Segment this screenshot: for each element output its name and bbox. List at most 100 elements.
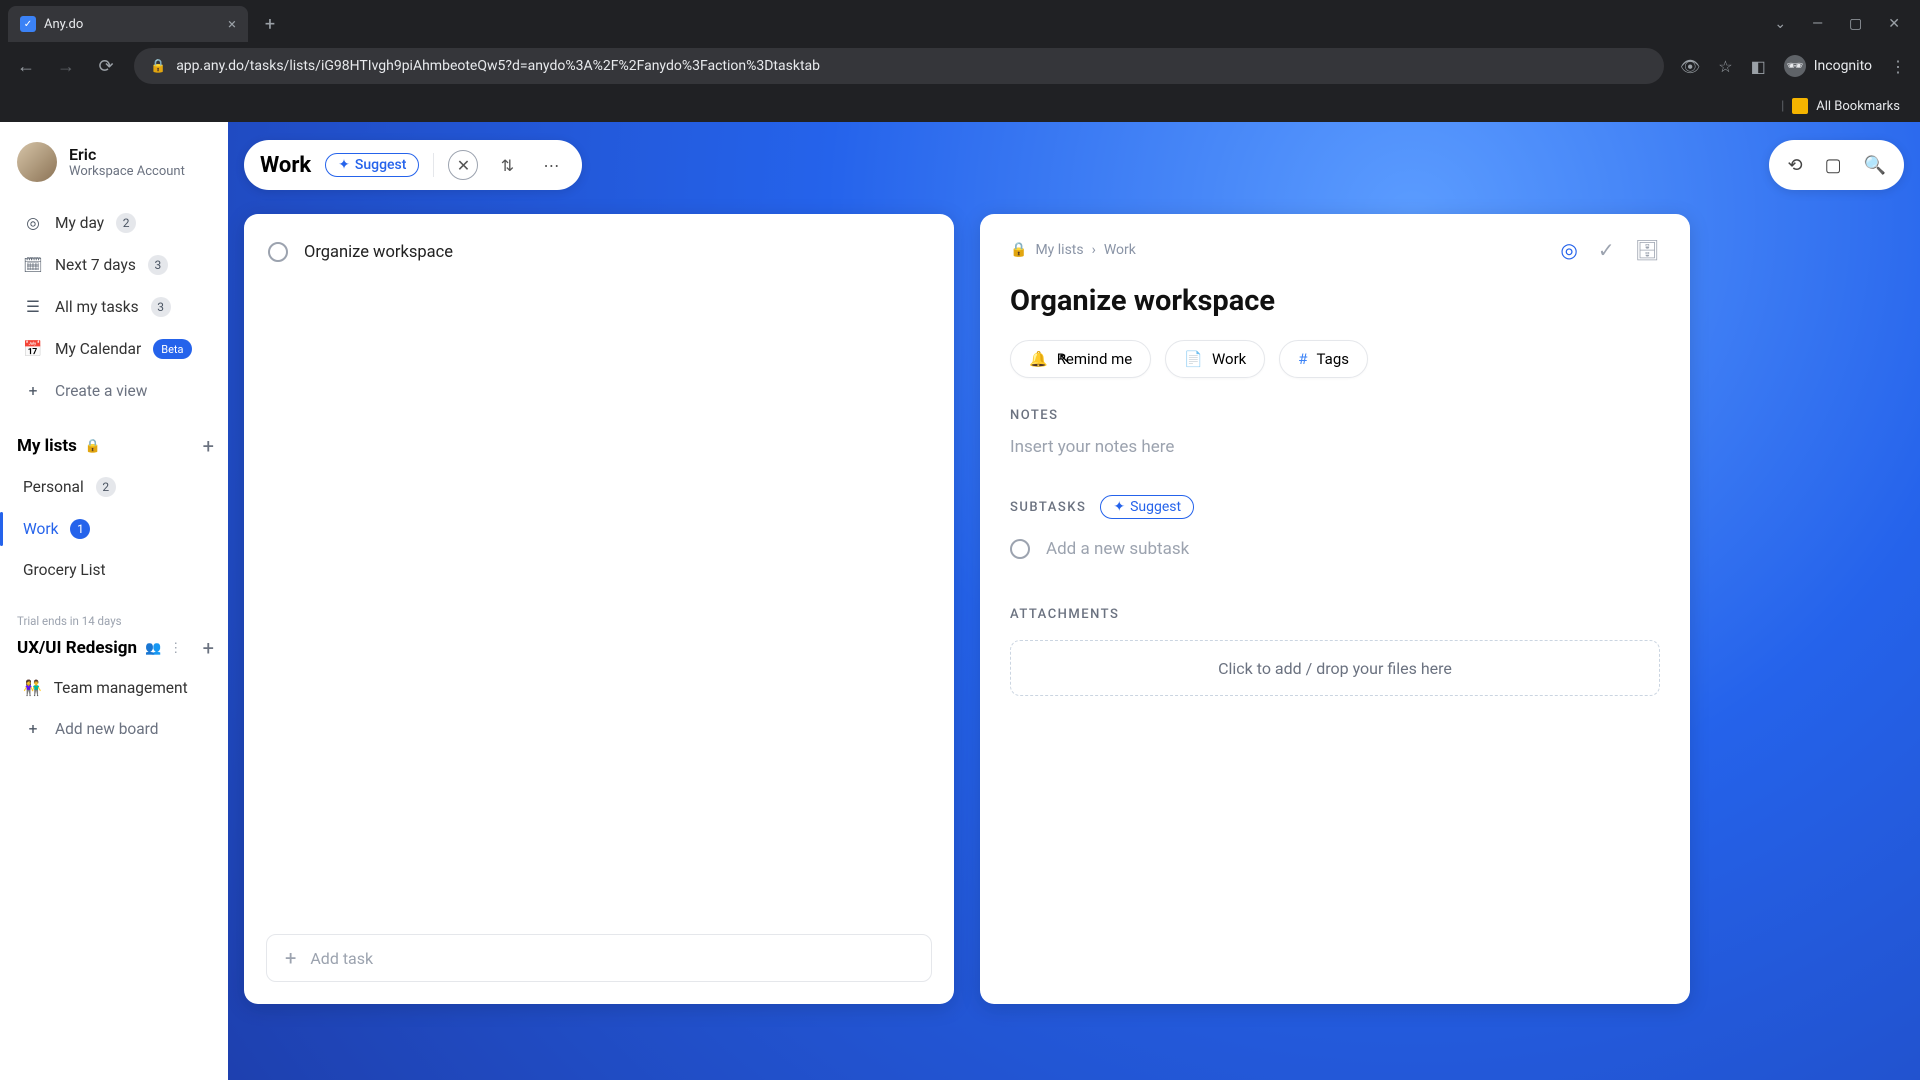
bookmarks-folder-icon	[1792, 98, 1808, 114]
archive-icon[interactable]: 🗄	[1635, 238, 1660, 262]
url-bar[interactable]: 🔒 app.any.do/tasks/lists/iG98HTIvgh9piAh…	[134, 48, 1664, 84]
focus-icon[interactable]: ◎	[1560, 238, 1577, 262]
breadcrumb-root[interactable]: My lists	[1035, 242, 1083, 258]
favicon-icon: ✓	[20, 16, 36, 32]
incognito-icon: 🕶	[1784, 55, 1806, 77]
nav-create-view[interactable]: + Create a view	[17, 372, 214, 410]
remind-me-chip[interactable]: 🔔 Remind me	[1010, 340, 1151, 378]
menu-icon[interactable]: ⋮	[1890, 57, 1906, 76]
task-row[interactable]: Organize workspace	[266, 238, 932, 266]
plus-icon: +	[23, 381, 43, 401]
sidebar: Eric Workspace Account ◎ My day 2 🗓 Next…	[0, 122, 228, 1080]
new-tab-button[interactable]: +	[256, 10, 284, 38]
people-icon[interactable]: 👥	[145, 641, 161, 656]
list-header: Work ✦ Suggest ✕ ⇅ ⋯	[244, 140, 582, 190]
beta-badge: Beta	[153, 339, 191, 359]
task-list-panel: Organize workspace + Add task	[244, 214, 954, 1004]
document-icon: 📄	[1184, 350, 1203, 368]
attachments-dropzone[interactable]: Click to add / drop your files here	[1010, 640, 1660, 696]
nav-all-tasks[interactable]: ☰ All my tasks 3	[17, 288, 214, 326]
lock-icon: 🔒	[150, 59, 166, 74]
trial-notice: Trial ends in 14 days	[17, 614, 214, 628]
eye-off-icon[interactable]: 👁	[1680, 57, 1700, 76]
more-icon[interactable]: ⋮	[169, 641, 182, 656]
target-icon: ◎	[23, 213, 43, 233]
star-icon[interactable]: ☆	[1718, 57, 1732, 76]
nav-my-day[interactable]: ◎ My day 2	[17, 204, 214, 242]
top-right-toolbar: ⟲ ▢ 🔍	[1769, 140, 1904, 190]
main-area: Work ✦ Suggest ✕ ⇅ ⋯ ⟲ ▢ 🔍 Organize work…	[228, 122, 1920, 1080]
checkbox-icon[interactable]	[268, 242, 288, 262]
sparkle-icon: ✦	[338, 157, 350, 173]
reload-icon[interactable]: ⟳	[94, 56, 118, 77]
lock-icon: 🔒	[85, 439, 101, 454]
task-title: Organize workspace	[304, 243, 453, 262]
breadcrumb-leaf[interactable]: Work	[1104, 242, 1136, 258]
sync-icon[interactable]: ⟲	[1787, 155, 1802, 176]
task-detail-panel: 🔒 My lists › Work ◎ ✓ 🗄 Organize workspa…	[980, 214, 1690, 1004]
all-bookmarks-button[interactable]: All Bookmarks	[1816, 99, 1900, 114]
subtasks-label: SUBTASKS	[1010, 500, 1086, 515]
add-task-input[interactable]: + Add task	[266, 934, 932, 982]
nav-my-calendar[interactable]: 📅 My Calendar Beta	[17, 330, 214, 368]
more-icon[interactable]: ⋯	[536, 150, 566, 180]
list-chip[interactable]: 📄 Work	[1165, 340, 1265, 378]
tab-title: Any.do	[44, 17, 83, 32]
complete-icon[interactable]: ✓	[1598, 238, 1615, 262]
incognito-indicator: 🕶 Incognito	[1784, 55, 1872, 77]
hash-icon: #	[1298, 350, 1307, 368]
team-icon: 👫	[23, 679, 42, 697]
profile-name: Eric	[69, 145, 185, 164]
close-tab-icon[interactable]: ×	[228, 15, 236, 33]
add-list-button[interactable]: +	[203, 434, 214, 458]
profile[interactable]: Eric Workspace Account	[17, 142, 214, 182]
add-new-board[interactable]: + Add new board	[17, 710, 214, 748]
calendar-next-icon: 🗓	[23, 255, 43, 275]
browser-tab[interactable]: ✓ Any.do ×	[8, 6, 248, 42]
count-badge: 3	[148, 255, 168, 275]
bell-icon: 🔔	[1029, 350, 1048, 368]
board-team-management[interactable]: 👫 Team management	[17, 670, 214, 706]
list-work[interactable]: Work 1	[17, 510, 214, 548]
calendar-icon: 📅	[23, 339, 43, 359]
notes-label: NOTES	[1010, 408, 1660, 423]
detail-title[interactable]: Organize workspace	[1010, 284, 1660, 318]
subtasks-suggest-button[interactable]: ✦ Suggest	[1100, 495, 1194, 519]
workspace-name: UX/UI Redesign	[17, 638, 137, 658]
count-badge: 3	[151, 297, 171, 317]
count-badge: 2	[116, 213, 136, 233]
checkbox-icon	[1010, 539, 1030, 559]
notes-input[interactable]: Insert your notes here	[1010, 437, 1660, 457]
add-workspace-item-button[interactable]: +	[203, 636, 214, 660]
forward-icon: →	[54, 56, 78, 77]
chevron-down-icon[interactable]: ⌄	[1774, 16, 1786, 32]
close-window-icon[interactable]: ✕	[1888, 16, 1900, 32]
plus-icon: +	[285, 946, 296, 970]
url-text: app.any.do/tasks/lists/iG98HTIvgh9piAhmb…	[176, 58, 820, 74]
suggest-button[interactable]: ✦ Suggest	[325, 153, 419, 177]
panel-icon[interactable]: ◧	[1751, 57, 1766, 76]
list-grocery[interactable]: Grocery List	[17, 552, 214, 588]
nav-next-7-days[interactable]: 🗓 Next 7 days 3	[17, 246, 214, 284]
filter-close-icon[interactable]: ✕	[448, 150, 478, 180]
maximize-icon[interactable]: ▢	[1849, 16, 1862, 32]
minimize-icon[interactable]: ―	[1812, 16, 1823, 32]
my-lists-header: My lists	[17, 436, 77, 456]
sort-icon[interactable]: ⇅	[492, 150, 522, 180]
add-subtask-input[interactable]: Add a new subtask	[1010, 539, 1660, 559]
sparkle-icon: ✦	[1113, 499, 1125, 515]
list-icon: ☰	[23, 297, 43, 317]
layout-icon[interactable]: ▢	[1825, 155, 1842, 176]
avatar	[17, 142, 57, 182]
count-badge: 1	[70, 519, 90, 539]
tags-chip[interactable]: # Tags	[1279, 340, 1368, 378]
plus-icon: +	[23, 719, 43, 739]
count-badge: 2	[96, 477, 116, 497]
search-icon[interactable]: 🔍	[1864, 155, 1886, 176]
profile-subtitle: Workspace Account	[69, 164, 185, 179]
back-icon[interactable]: ←	[14, 56, 38, 77]
attachments-label: ATTACHMENTS	[1010, 607, 1660, 622]
lock-icon: 🔒	[1010, 242, 1027, 258]
list-personal[interactable]: Personal 2	[17, 468, 214, 506]
list-title: Work	[260, 153, 311, 178]
